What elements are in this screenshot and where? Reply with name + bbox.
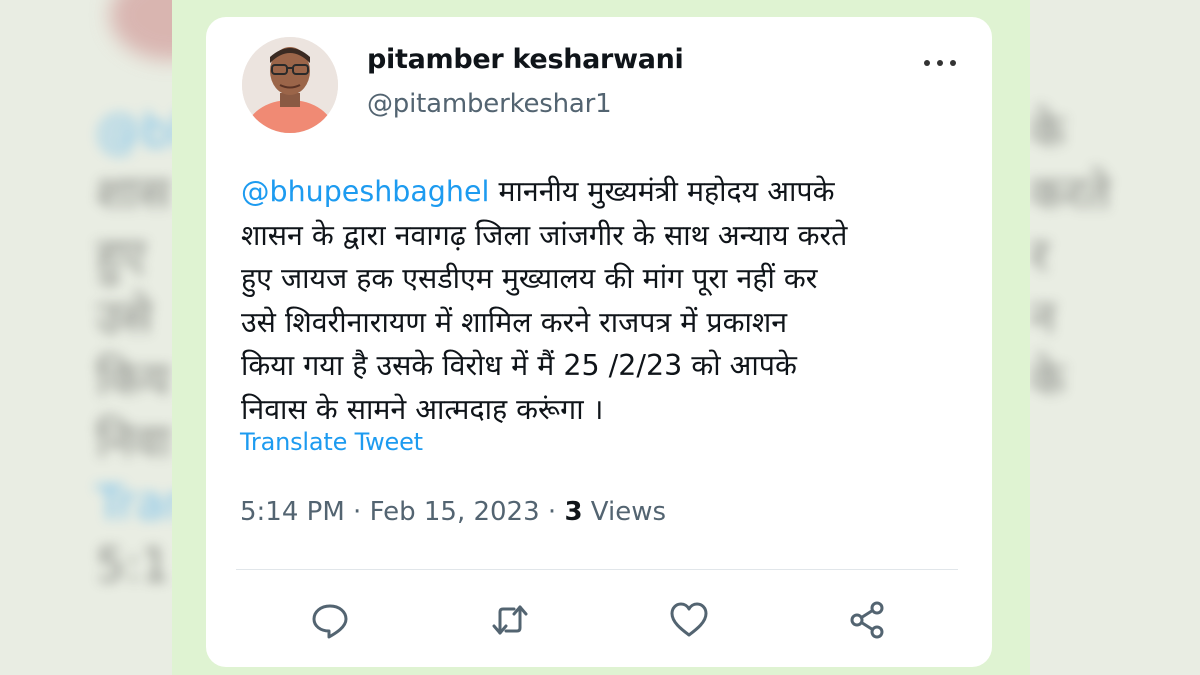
actions-divider [236, 569, 958, 570]
tweet-time[interactable]: 5:14 PM [240, 497, 345, 527]
tweet-text-line: हुए जायज हक एसडीएम मुख्यालय की मांग पूरा… [241, 262, 818, 295]
background-left-blur: @bh शास हुए उसे किय निवा Tran 5:1 [0, 0, 172, 675]
reply-icon [312, 604, 348, 639]
meta-separator: · [539, 497, 565, 527]
tweet-date[interactable]: Feb 15, 2023 [370, 497, 540, 527]
reply-button[interactable] [310, 600, 350, 640]
more-options-button[interactable] [920, 48, 960, 78]
like-button[interactable] [669, 600, 709, 640]
author-display-name[interactable]: pitamber kesharwani [367, 44, 684, 75]
tweet-text-line: उसे शिवरीनारायण में शामिल करने राजपत्र म… [241, 305, 788, 339]
translate-tweet-link[interactable]: Translate Tweet [240, 428, 423, 456]
background-blur-text: के करते र न के [1030, 104, 1111, 406]
share-button[interactable] [848, 600, 888, 640]
views-count[interactable]: 3 [564, 497, 582, 527]
more-dot-icon [950, 60, 956, 66]
avatar-image [242, 37, 338, 133]
tweet-text-line: शासन के द्वारा नवागढ़ जिला जांजगीर के सा… [241, 218, 848, 252]
background-blur-shape [110, 0, 172, 60]
background-right-blur: के करते र न के [1030, 0, 1200, 675]
tweet-text: @bhupeshbaghel माननीय मुख्यमंत्री महोदय … [241, 170, 981, 431]
background-blur-text: @bh शास हुए उसे किय निवा Tran 5:1 [96, 104, 172, 592]
tweet-text-line: किया गया है उसके विरोध में मैं 25 /2/23 … [241, 349, 797, 382]
avatar[interactable] [242, 37, 338, 133]
more-dot-icon [937, 60, 943, 66]
share-icon [850, 601, 884, 639]
tweet-text-line: @bhupeshbaghel माननीय मुख्यमंत्री महोदय … [241, 170, 981, 214]
author-handle[interactable]: @pitamberkeshar1 [367, 89, 612, 119]
views-label: Views [582, 497, 667, 527]
retweet-button[interactable] [490, 600, 530, 640]
tweet-metadata: 5:14 PM · Feb 15, 2023 · 3 Views [240, 497, 666, 527]
more-dot-icon [924, 60, 930, 66]
tweet-text-segment: माननीय मुख्यमंत्री महोदय आपके [489, 175, 835, 208]
like-icon [670, 602, 708, 637]
tweet-text-line: निवास के सामने आत्मदाह करूंगा । [241, 392, 604, 426]
retweet-icon [492, 605, 528, 635]
meta-separator: · [344, 497, 370, 527]
mention-link[interactable]: @bhupeshbaghel [241, 175, 489, 208]
